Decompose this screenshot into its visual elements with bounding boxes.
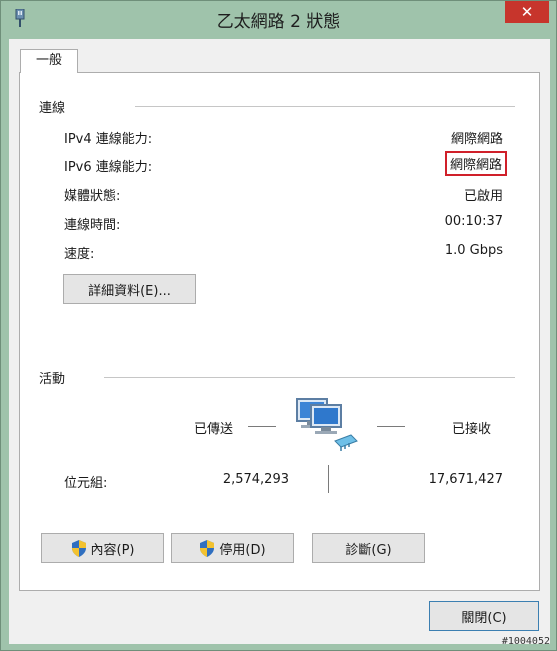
window-frame: 乙太網路 2 狀態 ✕ 一般 連線 IPv4 連線能力: 網際網路 IPv6 連… (0, 0, 557, 651)
sent-label: 已傳送 (194, 422, 234, 437)
uac-shield-icon (71, 539, 86, 557)
bytes-label: 位元組: (64, 476, 108, 491)
speed-value: 1.0 Gbps (444, 243, 503, 258)
general-tab-panel: 連線 IPv4 連線能力: 網際網路 IPv6 連線能力: 網際網路 媒體狀態:… (19, 72, 540, 591)
properties-button-label: 內容(P) (90, 542, 135, 558)
bytes-sent-value: 2,574,293 (222, 472, 289, 487)
ipv4-label: IPv4 連線能力: (64, 132, 153, 147)
ipv6-value: 網際網路 (444, 151, 507, 176)
connection-section-title: 連線 (39, 101, 66, 116)
properties-button[interactable]: 內容(P) (41, 533, 164, 563)
ipv4-value: 網際網路 (450, 132, 503, 147)
media-state-label: 媒體狀態: (64, 189, 121, 204)
activity-section-title: 活動 (39, 372, 66, 387)
watermark: #1004052 (501, 636, 550, 647)
received-label: 已接收 (452, 422, 492, 437)
uac-shield-icon (200, 539, 215, 557)
diagnose-button[interactable]: 診斷(G) (312, 533, 425, 563)
ipv6-label: IPv6 連線能力: (64, 160, 153, 175)
window-title: 乙太網路 2 狀態 (216, 12, 341, 32)
bytes-separator (328, 465, 329, 493)
received-line (377, 426, 405, 427)
bytes-received-value: 17,671,427 (428, 472, 503, 487)
network-computers-icon (296, 398, 358, 451)
duration-label: 連線時間: (64, 218, 121, 233)
close-button[interactable]: 關閉(C) (429, 601, 539, 631)
speed-label: 速度: (64, 247, 95, 262)
duration-value: 00:10:37 (444, 214, 503, 229)
dialog-client-area: 一般 連線 IPv4 連線能力: 網際網路 IPv6 連線能力: 網際網路 媒體… (9, 39, 550, 644)
title-bar[interactable]: 乙太網路 2 狀態 ✕ (1, 1, 556, 37)
disable-button[interactable]: 停用(D) (171, 533, 294, 563)
tab-general[interactable]: 一般 (20, 49, 78, 73)
activity-divider (104, 377, 515, 378)
media-state-value: 已啟用 (463, 189, 503, 204)
disable-button-label: 停用(D) (219, 542, 266, 558)
details-button[interactable]: 詳細資料(E)... (63, 274, 196, 304)
close-window-button[interactable]: ✕ (505, 1, 549, 23)
connection-divider (135, 106, 515, 107)
sent-line (248, 426, 276, 427)
